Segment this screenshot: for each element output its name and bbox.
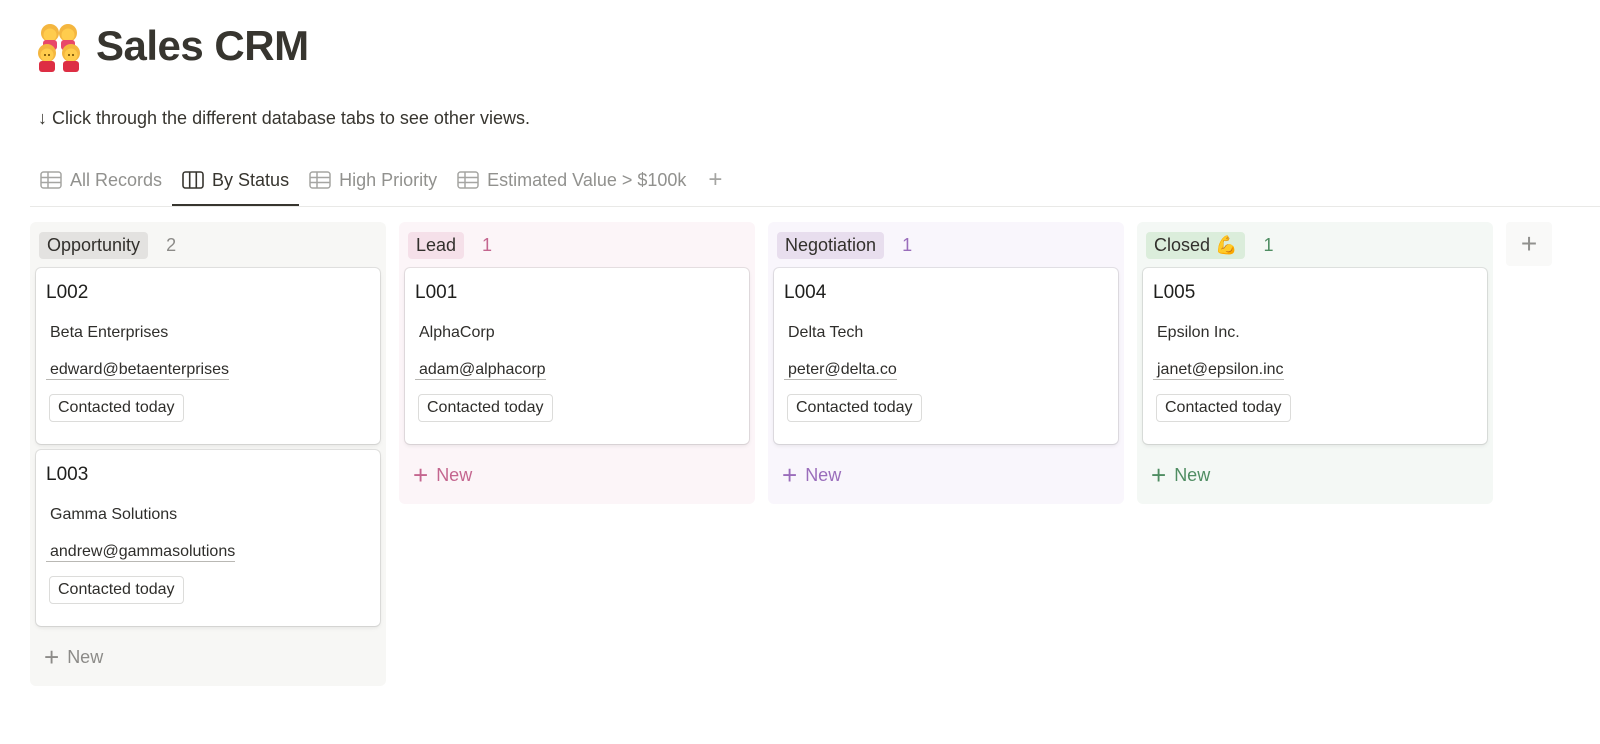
plus-icon: + [413, 460, 429, 490]
tab-label: By Status [212, 169, 290, 190]
status-pill[interactable]: Negotiation [777, 231, 885, 259]
card-title: L004 [784, 282, 827, 303]
lead-card[interactable]: L001 AlphaCorp adam@alphacorp Contacted … [405, 268, 749, 444]
card-company: Gamma Solutions [50, 506, 178, 523]
tab-label: High Priority [339, 169, 438, 190]
new-label: New [805, 464, 842, 485]
women-holding-hands-icon[interactable] [32, 19, 86, 73]
tab-estimated-value[interactable]: Estimated Value > $100k [447, 160, 696, 200]
contact-status-tag: Contacted today [418, 394, 553, 422]
card-title: L002 [46, 282, 89, 303]
column-count: 2 [166, 234, 177, 255]
card-email[interactable]: adam@alphacorp [415, 361, 546, 380]
card-title: L001 [415, 282, 458, 303]
new-card-button[interactable]: + New [774, 450, 1118, 500]
status-pill[interactable]: Lead [408, 231, 465, 259]
page-header: Sales CRM [32, 18, 309, 74]
add-group-button[interactable]: + [1506, 222, 1552, 266]
tab-high-priority[interactable]: High Priority [299, 160, 447, 200]
plus-icon: + [1151, 460, 1167, 490]
tab-by-status[interactable]: By Status [172, 160, 300, 206]
column-opportunity: Opportunity 2 L002 Beta Enterprises edwa… [30, 222, 386, 686]
tab-all-records[interactable]: All Records [30, 160, 172, 200]
board-icon [182, 171, 204, 189]
new-label: New [1174, 464, 1211, 485]
new-card-button[interactable]: + New [1143, 450, 1487, 500]
card-email[interactable]: peter@delta.co [784, 361, 897, 380]
page-title[interactable]: Sales CRM [96, 22, 309, 70]
card-company: Epsilon Inc. [1157, 324, 1240, 341]
column-negotiation: Negotiation 1 L004 Delta Tech peter@delt… [768, 222, 1124, 504]
column-header[interactable]: Closed 💪 1 [1143, 222, 1487, 268]
page-description: ↓ Click through the different database t… [38, 108, 530, 128]
column-header[interactable]: Opportunity 2 [36, 222, 380, 268]
card-email[interactable]: andrew@gammasolutions [46, 543, 236, 562]
new-label: New [436, 464, 473, 485]
table-icon [309, 171, 331, 189]
tab-label: Estimated Value > $100k [487, 169, 687, 190]
column-count: 1 [482, 234, 493, 255]
add-view-button[interactable]: + [696, 160, 734, 200]
card-company: Delta Tech [788, 324, 864, 341]
lead-card[interactable]: L004 Delta Tech peter@delta.co Contacted… [774, 268, 1118, 444]
new-label: New [67, 646, 104, 667]
contact-status-tag: Contacted today [49, 394, 184, 422]
card-company: Beta Enterprises [50, 324, 169, 341]
card-company: AlphaCorp [419, 324, 495, 341]
kanban-board: Opportunity 2 L002 Beta Enterprises edwa… [30, 222, 1552, 686]
card-title: L003 [46, 464, 89, 485]
column-count: 1 [1263, 234, 1274, 255]
column-lead: Lead 1 L001 AlphaCorp adam@alphacorp Con… [399, 222, 755, 504]
table-icon [457, 171, 479, 189]
card-title: L005 [1153, 282, 1196, 303]
card-email[interactable]: edward@betaenterprises [46, 361, 230, 380]
status-pill[interactable]: Closed 💪 [1146, 231, 1246, 259]
plus-icon: + [782, 460, 798, 490]
contact-status-tag: Contacted today [49, 576, 184, 604]
contact-status-tag: Contacted today [787, 394, 922, 422]
new-card-button[interactable]: + New [36, 632, 380, 682]
column-header[interactable]: Lead 1 [405, 222, 749, 268]
database-view-tabs: All Records By Status High Priority Esti… [30, 160, 1600, 207]
lead-card[interactable]: L005 Epsilon Inc. janet@epsilon.inc Cont… [1143, 268, 1487, 444]
card-email[interactable]: janet@epsilon.inc [1153, 361, 1284, 380]
contact-status-tag: Contacted today [1156, 394, 1291, 422]
tab-label: All Records [70, 169, 163, 190]
column-closed: Closed 💪 1 L005 Epsilon Inc. janet@epsil… [1137, 222, 1493, 504]
lead-card[interactable]: L002 Beta Enterprises edward@betaenterpr… [36, 268, 380, 444]
column-header[interactable]: Negotiation 1 [774, 222, 1118, 268]
status-pill[interactable]: Opportunity [39, 231, 149, 259]
table-icon [40, 171, 62, 189]
lead-card[interactable]: L003 Gamma Solutions andrew@gammasolutio… [36, 450, 380, 626]
column-count: 1 [902, 234, 913, 255]
new-card-button[interactable]: + New [405, 450, 749, 500]
plus-icon: + [44, 642, 60, 672]
